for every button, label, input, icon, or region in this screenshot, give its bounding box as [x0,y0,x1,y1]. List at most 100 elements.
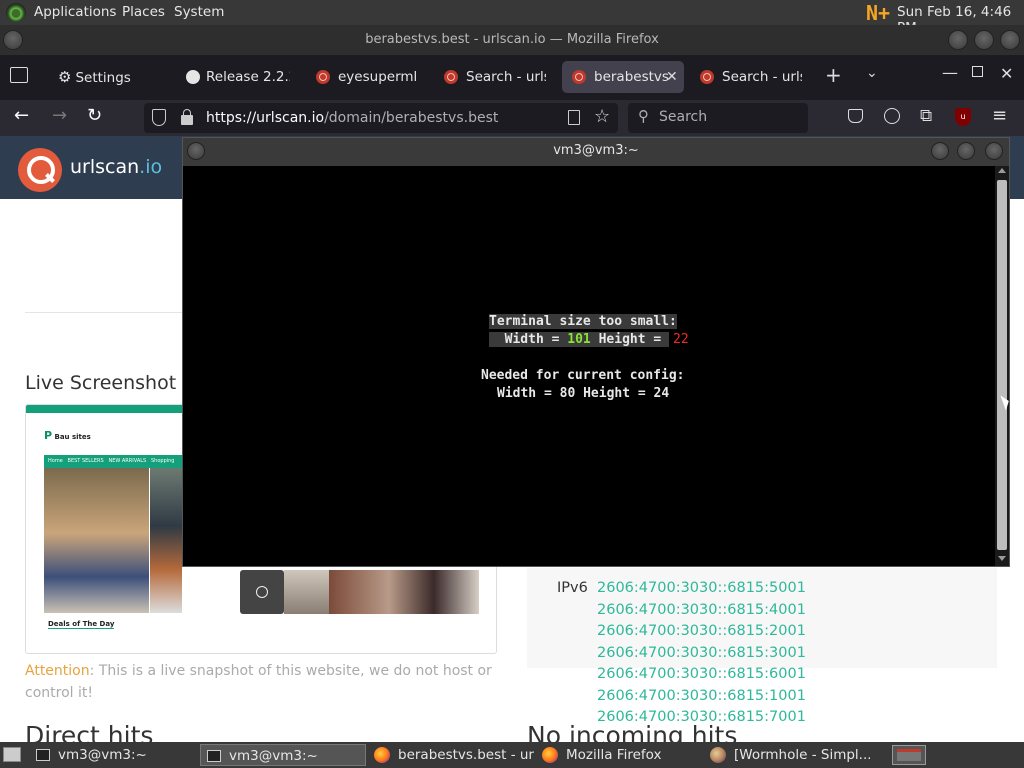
urlscan-icon [700,70,714,84]
width-label: Width = [504,332,568,347]
brand-name: urlscan [70,156,140,178]
site-name: Bau sites [54,433,91,441]
taskbar-item-label: vm3@vm3:~ [58,747,147,763]
scroll-up-icon[interactable] [998,168,1006,173]
restore-window-icon[interactable] [972,66,983,77]
site-caption: Deals of The Day [48,620,115,629]
taskbar-item-label: [Wormhole - Simpl... [734,747,870,763]
window-menu-icon[interactable] [3,30,23,50]
ipv6-address[interactable]: 2606:4700:3030::6815:6001 [597,666,806,682]
urlscan-icon [316,70,330,84]
tab-search-urlscan[interactable]: Search - urlsc [434,61,546,93]
ipv6-address[interactable]: 2606:4700:3030::6815:4001 [597,602,806,618]
close-tab-icon[interactable]: ✕ [666,61,678,93]
workspace-switcher[interactable] [892,745,926,765]
taskbar-item[interactable]: Mozilla Firefox [536,744,702,766]
search-bar[interactable]: ⚲ Search [628,103,808,133]
url-text[interactable]: https://urlscan.io/domain/berabestvs.bes… [206,110,498,126]
ipv6-label: IPv6 [557,580,588,596]
show-desktop-icon[interactable] [3,747,21,762]
new-tab-button[interactable]: + [825,63,842,87]
minimize-button[interactable] [948,30,968,50]
taskbar-item-label: Mozilla Firefox [566,747,662,763]
back-button[interactable]: ← [14,105,29,126]
terminal-menu-icon[interactable] [187,142,205,160]
scrollbar-thumb[interactable] [997,180,1007,550]
tab-search-urlscan-2[interactable]: Search - urlsc [690,61,802,93]
urlscan-icon [444,70,458,84]
attention-text: : This is a live snapshot of this websit… [25,663,492,701]
terminal-line: Terminal size too small: [489,314,677,329]
terminal-close-button[interactable] [985,142,1003,160]
menu-icon[interactable]: ≡ [992,105,1007,126]
site-nav-item: Home [48,458,63,464]
terminal-body[interactable]: Terminal size too small: Width = 101 Hei… [183,166,995,566]
live-screenshot-heading: Live Screenshot Ho [25,372,201,394]
taskbar-item[interactable]: [Wormhole - Simpl... [704,744,870,766]
places-menu[interactable]: Places [122,4,165,20]
site-nav-item: NEW ARRIVALS [108,458,147,464]
url-bar[interactable]: https://urlscan.io/domain/berabestvs.bes… [144,103,618,133]
tab-settings[interactable]: ⚙ Settings [50,61,162,93]
terminal-line: Width = 101 Height = [489,332,670,347]
tab-label: Search - urlsc [466,69,546,85]
reader-view-icon[interactable] [568,110,580,125]
ipv6-list: 2606:4700:3030::6815:5001 2606:4700:3030… [597,578,997,729]
ipv6-address[interactable]: 2606:4700:3030::6815:5001 [597,580,806,596]
info-icon[interactable] [256,586,268,598]
account-icon[interactable] [884,108,900,124]
forward-button[interactable]: → [52,105,67,126]
ipv6-box: IPv6 2606:4700:3030::6815:5001 2606:4700… [527,568,997,725]
terminal-minimize-button[interactable] [931,142,949,160]
site-photo [284,570,329,614]
tab-release[interactable]: Release 2.2.2 [178,61,290,93]
terminal-titlebar[interactable]: vm3@vm3:~ [183,138,1009,166]
firefox-icon [374,747,390,763]
tab-eyesupermk[interactable]: eyesupermk. [306,61,416,93]
applications-menu[interactable]: Applications [34,4,116,20]
shield-icon[interactable] [152,109,166,126]
github-icon [186,70,200,84]
ipv6-address[interactable]: 2606:4700:3030::6815:7001 [597,709,806,725]
system-menu[interactable]: System [174,4,224,20]
pocket-icon[interactable] [848,109,863,123]
bookmark-star-icon[interactable]: ☆ [594,106,610,127]
terminal-scrollbar[interactable] [995,166,1009,566]
close-button[interactable] [1000,30,1020,50]
terminal-window[interactable]: vm3@vm3:~ Terminal size too small: Width… [182,137,1010,567]
tab-berabestvs[interactable]: berabestvs ✕ [562,61,684,93]
reload-button[interactable]: ↻ [87,105,102,126]
distro-logo-icon[interactable] [6,3,26,22]
navigation-bar: ← → ↻ https://urlscan.io/domain/berabest… [0,100,1024,136]
search-input[interactable]: Search [659,109,707,125]
taskbar-item[interactable]: vm3@vm3:~ [30,744,196,766]
taskbar-item[interactable]: berabestvs.best - ur... [368,744,534,766]
urlscan-logo-icon[interactable] [18,148,62,192]
extensions-icon[interactable]: ⧉ [920,106,932,126]
top-panel: Applications Places System N+ Sun Feb 16… [0,0,1024,36]
notification-icon[interactable]: N+ [866,2,892,24]
heading-text: Live Screenshot [25,372,177,394]
terminal-maximize-button[interactable] [957,142,975,160]
urlscan-brand[interactable]: urlscan.io [70,156,162,178]
ipv6-address[interactable]: 2606:4700:3030::6815:3001 [597,645,806,661]
ipv6-address[interactable]: 2606:4700:3030::6815:2001 [597,623,806,639]
taskbar-item[interactable]: vm3@vm3:~ [200,744,366,766]
workspace-preview [897,749,921,761]
firefox-view-icon[interactable] [10,67,28,83]
url-path: /domain/berabestvs.best [324,110,499,126]
close-window-icon[interactable]: ✕ [1000,64,1013,83]
firefox-titlebar: berabestvs.best - urlscan.io — Mozilla F… [0,25,1024,55]
scroll-down-icon[interactable] [998,556,1006,561]
window-title: berabestvs.best - urlscan.io — Mozilla F… [365,32,659,47]
attention-label: Attention [25,663,90,679]
minimize-window-icon[interactable]: — [942,63,958,82]
ipv6-address[interactable]: 2606:4700:3030::6815:1001 [597,688,806,704]
maximize-button[interactable] [974,30,994,50]
terminal-title: vm3@vm3:~ [553,143,639,158]
site-photo [329,570,479,614]
ublock-icon[interactable]: u [955,108,971,126]
list-all-tabs-icon[interactable]: ⌄ [866,65,878,81]
urlscan-icon [572,70,586,84]
attention-note: Attention: This is a live snapshot of th… [25,660,495,704]
